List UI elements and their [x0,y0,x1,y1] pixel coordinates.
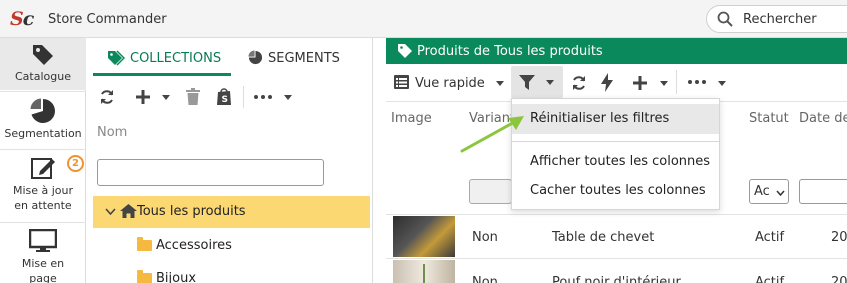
annotation-arrow-icon [460,116,524,153]
pie-chart-icon [30,98,55,123]
cell-date[interactable]: 20 [831,230,847,245]
refresh-icon[interactable] [99,89,115,105]
folder-icon [137,270,152,283]
caret-down-icon [546,80,554,85]
add-icon[interactable] [135,89,151,105]
list-view-icon [394,75,409,89]
cell-date[interactable]: 20 [831,275,847,283]
menu-item-label: Afficher toutes les colonnes [530,154,711,169]
menu-item-show-all-columns[interactable]: Afficher toutes les colonnes [512,147,719,177]
filter-dropdown-menu: Réinitialiser les filtres Afficher toute… [511,98,720,210]
divider [0,149,86,150]
caret-down-icon[interactable] [496,81,504,86]
caret-down-icon[interactable] [718,81,726,86]
more-icon[interactable] [688,80,706,84]
column-header-date[interactable]: Date de [799,111,847,126]
status-filter-select[interactable]: Ac [749,179,789,204]
app-logo[interactable]: Sc [10,8,34,30]
monitor-icon [29,229,57,252]
cell-name[interactable]: Table de chevet [552,230,654,245]
top-bar: Sc Store Commander Rechercher [0,0,847,38]
column-header-status[interactable]: Statut [749,111,789,126]
lightning-icon[interactable] [601,73,613,92]
products-panel-header: Produits de Tous les produits [386,38,847,64]
sidebar-item-label-line1: Mise à jour [12,184,74,197]
divider [386,214,847,215]
sidebar-item-pending-updates[interactable]: 2 Mise à jour en attente [0,151,86,219]
product-thumbnail[interactable] [393,216,455,257]
search-box[interactable]: Rechercher [706,5,847,33]
sidebar-item-label: Segmentation [4,127,82,140]
tab-label: COLLECTIONS [130,51,222,66]
pending-count-badge: 2 [67,155,84,172]
collections-panel: COLLECTIONS SEGMENTS S Nom Tous les prod… [93,38,373,283]
divider [386,258,847,259]
tree-row-accessoires[interactable]: Accessoires [137,234,317,258]
divider [676,70,677,94]
shopify-icon[interactable]: S [216,87,232,106]
edit-icon [31,158,55,179]
caret-down-icon[interactable] [162,95,170,100]
tag-icon [33,45,53,65]
svg-text:S: S [222,95,228,105]
view-selector[interactable]: Vue rapide [415,76,485,91]
search-input[interactable]: Rechercher [743,12,817,27]
sidebar-item-label-line2: page [29,272,57,283]
tree-label: Bijoux [156,271,197,283]
trash-icon[interactable] [186,88,200,105]
cell-variant[interactable]: Non [472,230,498,245]
sidebar-item-label: Catalogue [15,70,71,83]
chevron-down-icon[interactable] [105,208,116,215]
menu-item-hide-all-columns[interactable]: Cacher toutes les colonnes [512,176,719,206]
panel-title: Produits de Tous les produits [417,44,603,59]
folder-icon [137,237,152,251]
tab-collections[interactable]: COLLECTIONS [93,38,231,76]
menu-item-reset-filters[interactable]: Réinitialiser les filtres [512,104,719,134]
cell-status[interactable]: Actif [755,275,784,283]
tree-label: Accessoires [156,238,232,253]
chevron-down-icon [776,190,785,196]
variant-filter-field[interactable] [469,179,512,204]
tree-label: Tous les produits [137,204,246,219]
sidebar-item-segmentation[interactable]: Segmentation [0,92,86,148]
filter-icon [519,75,535,90]
cell-status[interactable]: Actif [755,230,784,245]
search-icon [717,11,733,27]
menu-item-label: Cacher toutes les colonnes [530,183,706,198]
divider [0,222,86,223]
cell-name[interactable]: Pouf noir d'intérieur [552,275,681,283]
product-thumbnail[interactable] [393,260,455,283]
sidebar-item-label-line2: en attente [14,199,72,212]
tag-icon [398,44,412,58]
date-filter-input[interactable] [799,179,847,204]
sidebar-item-label-line1: Mise en [21,257,65,270]
tree-row-bijoux[interactable]: Bijoux [137,267,317,283]
sidebar-item-catalogue[interactable]: Catalogue [0,38,86,90]
refresh-icon[interactable] [571,75,587,91]
menu-item-label: Réinitialiser les filtres [530,111,670,126]
tags-icon [108,50,125,66]
caret-down-icon[interactable] [284,95,292,100]
sidebar-item-layout[interactable]: Mise en page [0,224,86,283]
products-toolbar: Vue rapide [386,64,847,102]
collections-toolbar: S [93,82,373,114]
tab-segments[interactable]: SEGMENTS [243,38,373,76]
caret-down-icon[interactable] [660,81,668,86]
add-icon[interactable] [632,75,648,91]
pie-chart-icon [248,50,263,65]
divider [243,86,244,108]
divider [512,141,719,142]
filter-button[interactable] [511,66,563,98]
cell-variant[interactable]: Non [472,275,498,283]
main-sidebar: Catalogue Segmentation 2 Mise à jour en … [0,38,86,283]
tree-row-all-products[interactable]: Tous les produits [93,196,370,228]
column-header-name[interactable]: Nom [97,125,127,140]
more-icon[interactable] [254,95,272,99]
status-filter-value: Ac [754,184,770,199]
collection-filter-input[interactable] [97,159,324,186]
home-icon [120,204,137,218]
column-header-image[interactable]: Image [391,111,432,126]
tab-label: SEGMENTS [268,51,340,66]
app-title: Store Commander [48,12,167,27]
